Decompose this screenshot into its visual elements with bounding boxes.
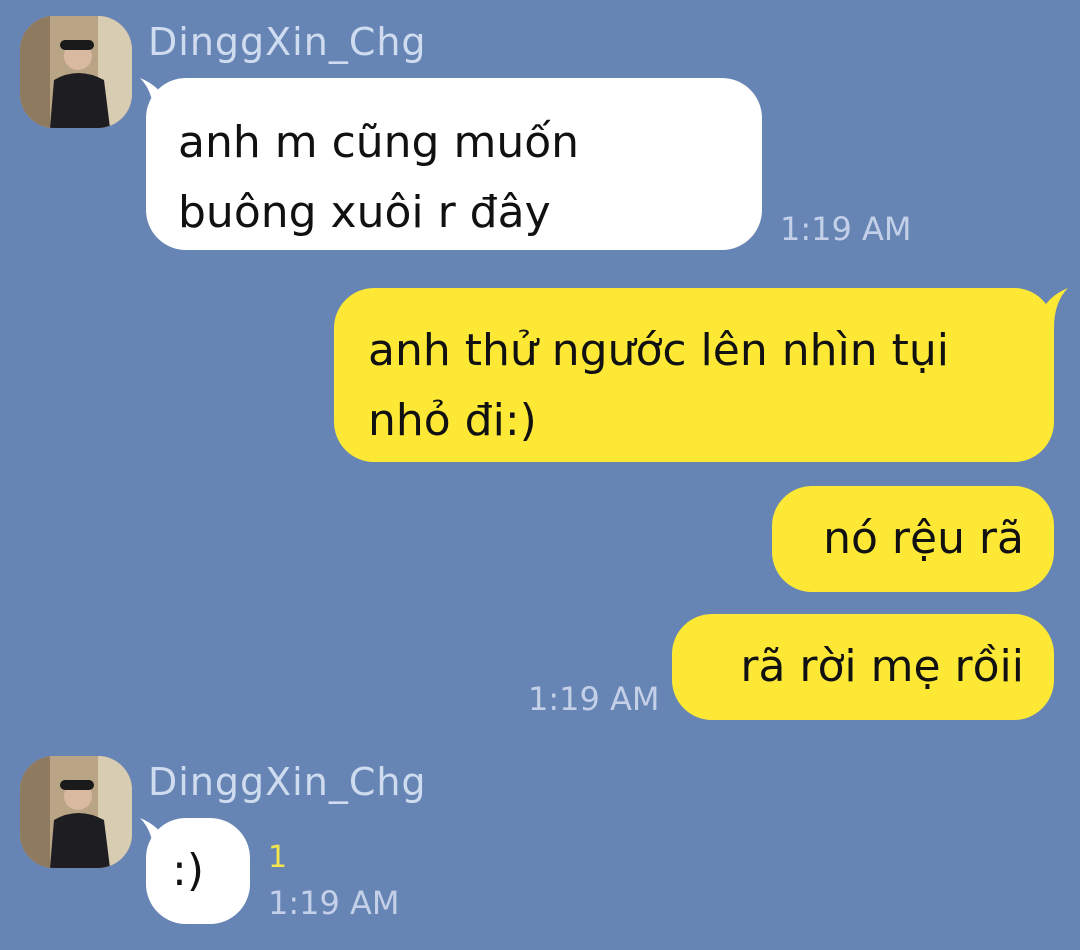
message-bubble-incoming[interactable]: :) (146, 818, 250, 924)
message-text: rã rời mẹ rồii (740, 641, 1024, 692)
avatar-photo-icon (20, 16, 132, 128)
message-timestamp: 1:19 AM (528, 680, 660, 718)
message-bubble-outgoing[interactable]: nó rệu rã (772, 486, 1054, 592)
message-text: nó rệu rã (823, 513, 1024, 564)
message-bubble-outgoing[interactable]: rã rời mẹ rồii (672, 614, 1054, 720)
message-text: nhỏ đi:) (368, 395, 537, 446)
message-text: :) (172, 845, 204, 896)
read-count: 1 (268, 840, 288, 875)
message-bubble-outgoing[interactable]: anh thử ngước lên nhìn tụi nhỏ đi:) (334, 288, 1054, 462)
avatar[interactable] (20, 756, 132, 868)
message-text: anh m cũng muốn (178, 117, 580, 168)
message-timestamp: 1:19 AM (268, 884, 400, 922)
message-text: buông xuôi r đây (178, 187, 551, 238)
avatar-photo-icon (20, 756, 132, 868)
message-timestamp: 1:19 AM (780, 210, 912, 248)
sender-name: DinggXin_Chg (148, 20, 427, 64)
avatar[interactable] (20, 16, 132, 128)
sender-name: DinggXin_Chg (148, 760, 427, 804)
message-bubble-incoming[interactable]: anh m cũng muốn buông xuôi r đây (146, 78, 762, 250)
message-text: anh thử ngước lên nhìn tụi (368, 325, 949, 376)
